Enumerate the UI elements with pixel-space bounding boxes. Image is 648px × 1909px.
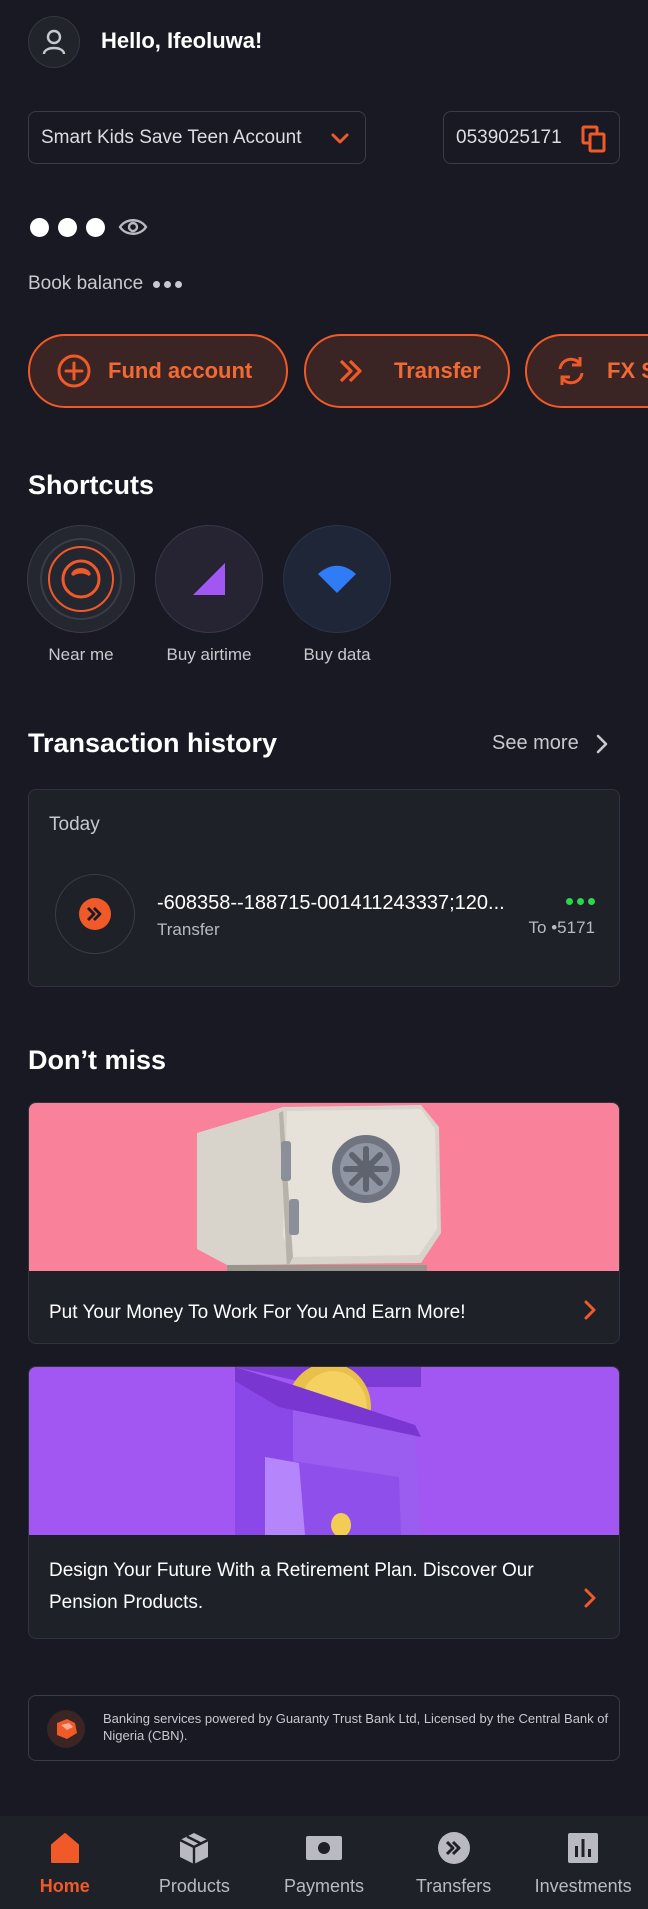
exchange-icon (553, 353, 589, 389)
account-name: Smart Kids Save Teen Account (41, 126, 302, 148)
shortcut-near-me[interactable] (27, 525, 135, 633)
transfer-button[interactable]: Transfer (304, 334, 510, 408)
profile-avatar[interactable] (28, 16, 80, 68)
transfer-circle-icon (437, 1832, 470, 1864)
transaction-date-group: Today (49, 814, 100, 835)
nav-products-label: Products (158, 1876, 230, 1896)
double-chevron-icon (336, 356, 366, 386)
shortcut-buy-data[interactable] (283, 525, 391, 633)
cash-icon (305, 1836, 342, 1860)
hidden-book-balance (153, 280, 183, 288)
disclaimer-text: Banking services powered by Guaranty Tru… (103, 1711, 609, 1743)
eye-icon[interactable] (118, 216, 148, 238)
promo-pension-text: Design Your Future With a Retirement Pla… (49, 1560, 534, 1613)
see-more-label: See more (492, 732, 579, 754)
shortcut-buy-airtime[interactable] (155, 525, 263, 633)
plus-circle-icon (56, 353, 92, 389)
nav-investments-label: Investments (534, 1876, 632, 1896)
wallet-illustration (29, 1367, 619, 1535)
shortcut-buy-airtime-label: Buy airtime (166, 645, 252, 664)
nav-home[interactable]: Home (0, 1816, 130, 1909)
account-number-box[interactable]: 0539025171 (443, 111, 620, 164)
nav-home-label: Home (39, 1876, 90, 1896)
copy-icon[interactable] (581, 125, 607, 153)
account-selector[interactable]: Smart Kids Save Teen Account (28, 111, 366, 164)
chevron-right-icon (584, 1300, 596, 1320)
fx-label: FX S (607, 358, 648, 383)
dont-miss-title: Don’t miss (28, 1045, 167, 1075)
transaction-status-dots (566, 898, 595, 905)
bottom-navigation: Home Products Payments Transfers Investm… (0, 1816, 648, 1909)
promo-savings-text: Put Your Money To Work For You And Earn … (49, 1302, 466, 1323)
transaction-type: Transfer (157, 920, 220, 939)
shortcuts-title: Shortcuts (28, 470, 155, 500)
transaction-history-title: Transaction history (28, 728, 278, 758)
chevron-right-icon (596, 734, 608, 753)
chevron-right-icon (584, 1588, 596, 1608)
transfer-label: Transfer (394, 358, 481, 383)
nav-payments[interactable]: Payments (259, 1816, 389, 1909)
disclaimer-card: Banking services powered by Guaranty Tru… (28, 1695, 620, 1761)
fund-account-button[interactable]: Fund account (28, 334, 288, 408)
transfer-icon (79, 898, 111, 930)
greeting-text: Hello, Ifeoluwa! (101, 28, 263, 53)
box-icon (179, 1833, 209, 1864)
transaction-card: Today -608358--188715-001411243337;120..… (28, 789, 620, 987)
account-number: 0539025171 (456, 126, 562, 148)
bar-chart-icon (568, 1833, 599, 1863)
transaction-recipient: To •5171 (528, 918, 595, 937)
quick-actions: Fund account Transfer FX S (0, 334, 648, 410)
see-more-link[interactable]: See more (492, 732, 609, 755)
wifi-icon (318, 565, 356, 593)
near-me-icon (40, 538, 122, 620)
promo-card-pension[interactable]: Design Your Future With a Retirement Pla… (28, 1366, 620, 1639)
nav-transfers-label: Transfers (415, 1876, 492, 1896)
transaction-reference: -608358--188715-001411243337;120... (157, 892, 505, 914)
book-balance-label: Book balance (28, 273, 144, 294)
promo-card-savings[interactable]: Put Your Money To Work For You And Earn … (28, 1102, 620, 1344)
nav-products[interactable]: Products (130, 1816, 260, 1909)
signal-triangle-icon (193, 563, 225, 595)
nav-investments[interactable]: Investments (518, 1816, 648, 1909)
user-icon (42, 29, 66, 55)
nav-transfers[interactable]: Transfers (389, 1816, 519, 1909)
shortcut-near-me-label: Near me (48, 645, 114, 664)
transaction-icon (55, 874, 135, 954)
home-icon (50, 1833, 79, 1863)
fx-button[interactable]: FX S (525, 334, 648, 408)
fund-account-label: Fund account (108, 358, 253, 383)
nav-payments-label: Payments (283, 1876, 364, 1896)
book-balance: Book balance (28, 273, 183, 295)
shortcut-buy-data-label: Buy data (303, 645, 371, 664)
bank-logo-icon (47, 1710, 85, 1748)
hidden-balance (30, 216, 148, 238)
safe-illustration (29, 1103, 619, 1271)
chevron-down-icon (331, 133, 349, 144)
